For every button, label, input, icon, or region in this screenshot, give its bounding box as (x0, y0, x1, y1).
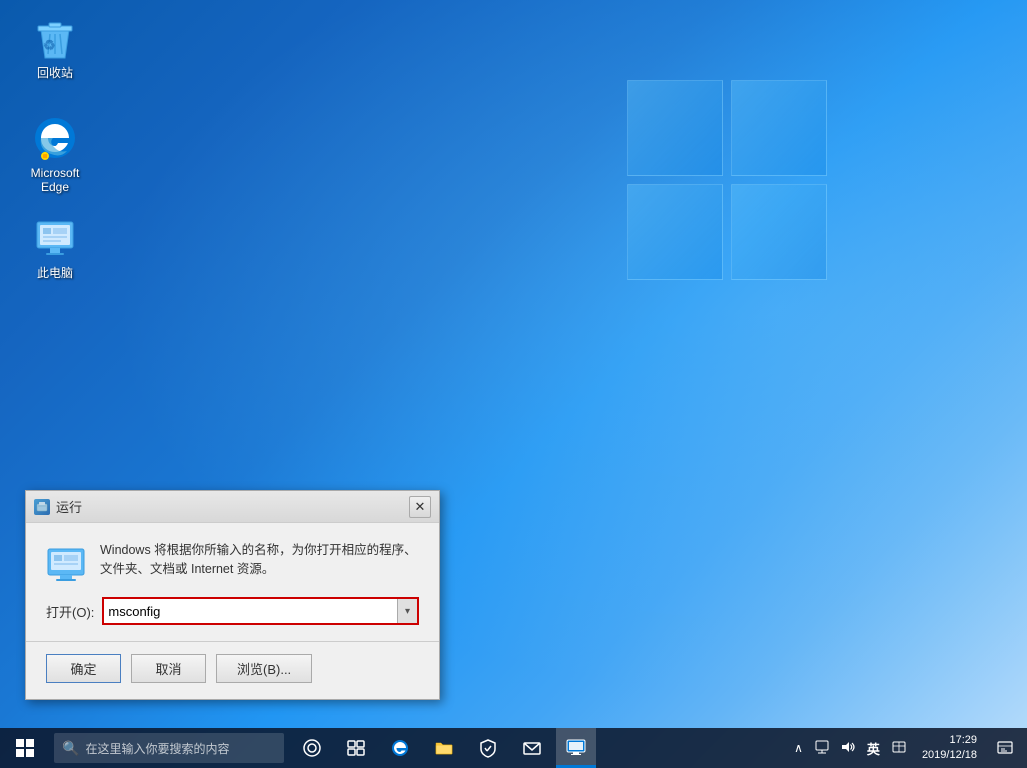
file-explorer-icon (434, 738, 454, 758)
network-icon[interactable] (811, 738, 833, 759)
taskbar-mail-button[interactable] (512, 728, 552, 768)
ime-indicator[interactable]: 英 (863, 737, 884, 760)
ime-layout-svg (892, 740, 906, 754)
start-sq-bl (16, 749, 24, 757)
dialog-buttons: 确定 取消 浏览(B)... (46, 654, 419, 687)
logo-pane-tl (627, 80, 723, 176)
dialog-title-text: 运行 (56, 497, 82, 516)
search-icon: 🔍 (62, 740, 79, 757)
taskbar-security-button[interactable] (468, 728, 508, 768)
volume-icon[interactable] (837, 738, 859, 759)
ime-layout-icon[interactable] (888, 738, 910, 759)
this-pc-image (31, 214, 79, 262)
taskbar-edge-button[interactable] (380, 728, 420, 768)
dialog-desc-text: Windows 将根据你所输入的名称，为你打开相应的程序、 文件夹、文档或 In… (100, 541, 419, 579)
edge-label: MicrosoftEdge (31, 166, 80, 195)
task-view-button[interactable] (336, 728, 376, 768)
taskbar-right: ∧ 英 (790, 728, 1027, 768)
dialog-input-field[interactable] (104, 602, 397, 621)
recycle-bin-image: ♻ (31, 14, 79, 62)
logo-pane-bl (627, 184, 723, 280)
taskbar-edge-icon (390, 738, 410, 758)
run-dialog-icon-svg (36, 501, 48, 513)
taskbar-search[interactable]: 🔍 在这里输入你要搜索的内容 (54, 733, 284, 763)
start-sq-tr (26, 739, 34, 747)
run-icon-svg (46, 541, 86, 581)
dialog-titlebar: 运行 ✕ (26, 491, 439, 523)
system-tray-icons: ∧ 英 (790, 737, 910, 760)
taskbar: 🔍 在这里输入你要搜索的内容 (0, 728, 1027, 768)
recycle-bin-label: 回收站 (37, 66, 73, 80)
logo-pane-br (731, 184, 827, 280)
task-view-icon (346, 738, 366, 758)
taskbar-remote-desktop-button[interactable] (556, 728, 596, 768)
dialog-desc-icon (46, 541, 86, 581)
dialog-confirm-button[interactable]: 确定 (46, 654, 121, 683)
cortana-button[interactable] (292, 728, 332, 768)
start-sq-tl (16, 739, 24, 747)
volume-svg (841, 740, 855, 754)
dialog-separator (26, 641, 439, 642)
dialog-dropdown-button[interactable]: ▾ (397, 599, 417, 623)
svg-text:♻: ♻ (43, 37, 56, 53)
this-pc-label: 此电脑 (37, 266, 73, 280)
dialog-cancel-button[interactable]: 取消 (131, 654, 206, 683)
dialog-input-wrapper: ▾ (102, 597, 419, 625)
edge-image (31, 114, 79, 162)
start-sq-br (26, 749, 34, 757)
edge-icon[interactable]: MicrosoftEdge (15, 110, 95, 199)
dialog-open-label: 打开(O): (46, 602, 94, 621)
dialog-title-left: 运行 (34, 497, 82, 516)
taskbar-file-explorer-button[interactable] (424, 728, 464, 768)
edge-svg (33, 116, 77, 160)
start-button[interactable] (0, 728, 50, 768)
notification-center-button[interactable] (989, 728, 1021, 768)
network-svg (815, 740, 829, 754)
remote-desktop-icon (566, 737, 586, 757)
cortana-icon (302, 738, 322, 758)
security-icon (478, 738, 498, 758)
dialog-browse-button[interactable]: 浏览(B)... (216, 654, 312, 683)
desktop: ♻ 回收站 MicrosoftEdge (0, 0, 1027, 768)
run-dialog: 运行 ✕ Windows 将根据你所输入的名称，为你打开相应 (25, 490, 440, 700)
dialog-body: Windows 将根据你所输入的名称，为你打开相应的程序、 文件夹、文档或 In… (26, 523, 439, 699)
taskbar-date: 2019/12/18 (922, 748, 977, 763)
windows-logo (627, 80, 827, 280)
mail-icon (522, 738, 542, 758)
this-pc-svg (33, 216, 77, 260)
recycle-bin-svg: ♻ (33, 16, 77, 60)
dialog-close-button[interactable]: ✕ (409, 496, 431, 518)
notification-icon (997, 740, 1013, 756)
logo-pane-tr (731, 80, 827, 176)
start-icon (16, 739, 34, 757)
dialog-open-row: 打开(O): ▾ (46, 597, 419, 625)
taskbar-search-placeholder: 在这里输入你要搜索的内容 (85, 740, 229, 757)
recycle-bin-icon[interactable]: ♻ 回收站 (15, 10, 95, 84)
taskbar-time: 17:29 (949, 733, 977, 748)
taskbar-app-icons (292, 728, 596, 768)
this-pc-icon[interactable]: 此电脑 (15, 210, 95, 284)
taskbar-clock[interactable]: 17:29 2019/12/18 (914, 731, 985, 766)
dialog-description: Windows 将根据你所输入的名称，为你打开相应的程序、 文件夹、文档或 In… (46, 541, 419, 581)
dialog-title-icon (34, 499, 50, 515)
tray-expand-icon[interactable]: ∧ (790, 739, 807, 757)
